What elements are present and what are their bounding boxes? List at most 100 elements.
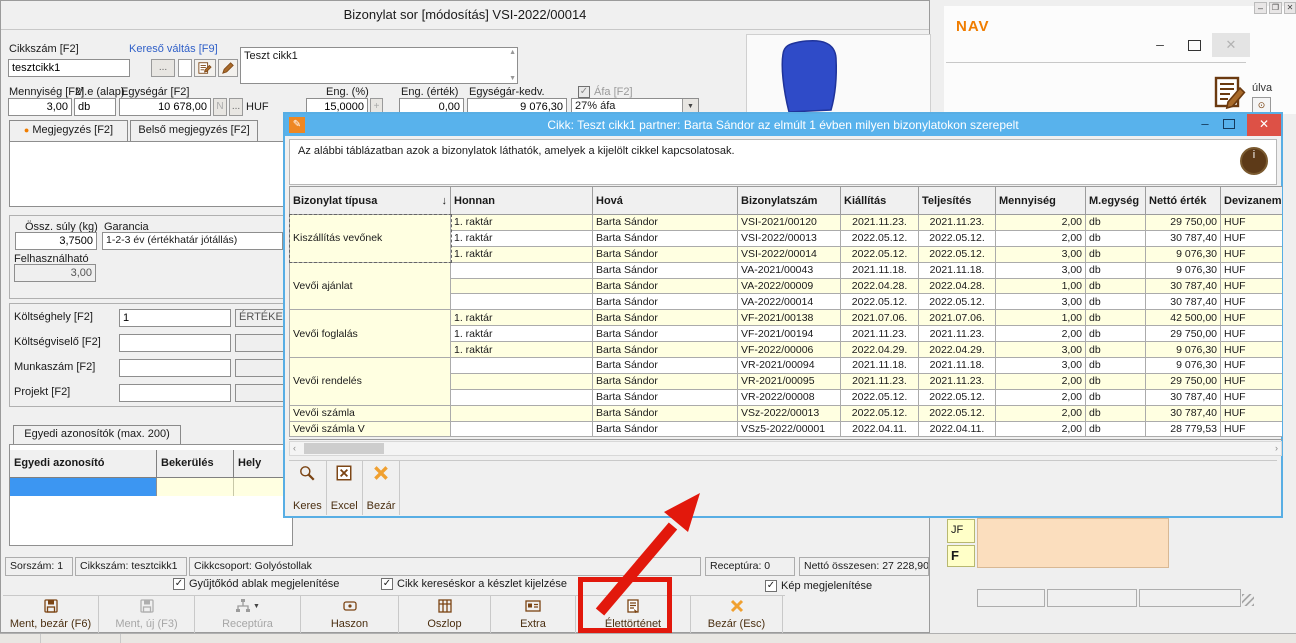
table-cell[interactable]: Barta Sándor	[593, 246, 738, 262]
table-cell[interactable]: 2022.05.12.	[919, 246, 996, 262]
table-cell[interactable]: 2021.11.23.	[841, 373, 919, 389]
n-button[interactable]: N	[213, 98, 227, 116]
table-cell[interactable]: 30 787,40	[1146, 294, 1221, 310]
table-cell[interactable]: 2022.04.11.	[919, 421, 996, 437]
table-cell[interactable]: 1. raktár	[451, 246, 593, 262]
table-cell[interactable]: HUF	[1221, 278, 1283, 294]
toolbar-button-oszlop[interactable]: Oszlop	[399, 596, 491, 633]
cikkszam-input[interactable]	[8, 59, 130, 77]
table-cell[interactable]: Barta Sándor	[593, 310, 738, 326]
info-icon[interactable]: i	[1240, 147, 1268, 175]
table-cell[interactable]: 28 779,53	[1146, 421, 1221, 437]
background-minimize-button[interactable]: –	[1146, 36, 1174, 56]
table-cell[interactable]: HUF	[1221, 215, 1283, 231]
table-cell[interactable]: HUF	[1221, 342, 1283, 358]
toolbar-button-haszon[interactable]: Haszon	[301, 596, 399, 633]
table-row[interactable]: Kiszállítás vevőnek1. raktárBarta Sándor…	[290, 215, 1283, 231]
table-cell[interactable]: HUF	[1221, 405, 1283, 421]
table-cell[interactable]: Barta Sándor	[593, 389, 738, 405]
table-cell[interactable]: 30 787,40	[1146, 230, 1221, 246]
table-cell[interactable]: 1,00	[996, 278, 1086, 294]
popup-minimize-button[interactable]: –	[1193, 114, 1217, 136]
table-cell[interactable]: db	[1086, 389, 1146, 405]
table-cell[interactable]: VR-2022/00008	[738, 389, 841, 405]
table-row[interactable]: Vevői rendelésBarta SándorVR-2021/000942…	[290, 358, 1283, 374]
popup-toolbar-button-keres[interactable]: Keres	[289, 461, 327, 515]
table-cell[interactable]: 2,00	[996, 373, 1086, 389]
table-cell[interactable]: 30 787,40	[1146, 389, 1221, 405]
background-close-button[interactable]: ✕	[1212, 33, 1250, 57]
table-cell[interactable]: 1. raktár	[451, 342, 593, 358]
outer-close-button[interactable]: ✕	[1284, 2, 1296, 14]
document-type-cell[interactable]: Vevői ajánlat	[290, 262, 451, 310]
table-cell[interactable]: VF-2021/00194	[738, 326, 841, 342]
outer-restore-button[interactable]: ❐	[1269, 2, 1282, 14]
table-cell[interactable]: db	[1086, 310, 1146, 326]
mennyiseg-input[interactable]	[8, 98, 72, 116]
scroll-down-icon[interactable]: ▼	[509, 75, 516, 82]
table-cell[interactable]: 2021.11.23.	[841, 215, 919, 231]
table-cell[interactable]: 9 076,30	[1146, 246, 1221, 262]
table-cell[interactable]: 2021.11.23.	[841, 326, 919, 342]
table-cell[interactable]: VSz-2022/00013	[738, 405, 841, 421]
table-cell[interactable]: VA-2022/00014	[738, 294, 841, 310]
edit-document-icon[interactable]	[1214, 76, 1246, 110]
table-cell[interactable]: 2022.04.11.	[841, 421, 919, 437]
table-cell[interactable]: 2021.07.06.	[919, 310, 996, 326]
table-cell[interactable]: HUF	[1221, 358, 1283, 374]
egyedi-cell-selected[interactable]	[10, 478, 157, 496]
popup-close-button[interactable]: ✕	[1247, 114, 1281, 136]
table-cell[interactable]: VF-2021/00138	[738, 310, 841, 326]
table-cell[interactable]: db	[1086, 405, 1146, 421]
table-cell[interactable]: 2,00	[996, 389, 1086, 405]
popup-titlebar[interactable]: ✎ Cikk: Teszt cikk1 partner: Barta Sándo…	[285, 114, 1281, 136]
document-table[interactable]: Bizonylat típusa ↓HonnanHováBizonylatszá…	[289, 186, 1282, 437]
table-cell[interactable]: 9 076,30	[1146, 262, 1221, 278]
table-cell[interactable]: Barta Sándor	[593, 294, 738, 310]
table-cell[interactable]: 3,00	[996, 246, 1086, 262]
koltseg-row-input[interactable]	[119, 334, 231, 352]
table-cell[interactable]: db	[1086, 421, 1146, 437]
column-header[interactable]: Bizonylat típusa ↓	[290, 187, 451, 215]
table-cell[interactable]: 2021.11.23.	[919, 373, 996, 389]
table-cell[interactable]: 2022.05.12.	[919, 230, 996, 246]
suly-input[interactable]	[15, 232, 97, 250]
table-cell[interactable]: Barta Sándor	[593, 421, 738, 437]
table-cell[interactable]: 2022.04.28.	[919, 278, 996, 294]
table-cell[interactable]	[451, 405, 593, 421]
toolbar-button-ment-új-f3-[interactable]: Ment, új (F3)	[99, 596, 195, 633]
table-row[interactable]: Vevői ajánlatBarta SándorVA-2021/0004320…	[290, 262, 1283, 278]
table-cell[interactable]: 2022.05.12.	[841, 389, 919, 405]
me-input[interactable]	[74, 98, 116, 116]
table-cell[interactable]: HUF	[1221, 326, 1283, 342]
table-cell[interactable]: Barta Sándor	[593, 405, 738, 421]
table-cell[interactable]: VR-2021/00094	[738, 358, 841, 374]
koltseg-row-input[interactable]	[119, 359, 231, 377]
table-cell[interactable]: 9 076,30	[1146, 358, 1221, 374]
garancia-combo[interactable]: 1-2-3 év (értékhatár jótállás)	[102, 232, 283, 250]
table-cell[interactable]: 1,00	[996, 310, 1086, 326]
table-cell[interactable]: VSI-2022/00013	[738, 230, 841, 246]
table-cell[interactable]: 2022.04.29.	[919, 342, 996, 358]
table-row[interactable]: Vevői számlaBarta SándorVSz-2022/0001320…	[290, 405, 1283, 421]
scroll-up-icon[interactable]: ▲	[509, 49, 516, 56]
table-cell[interactable]: VA-2022/00009	[738, 278, 841, 294]
egysegar-input[interactable]	[119, 98, 211, 116]
table-cell[interactable]: VR-2021/00095	[738, 373, 841, 389]
chevron-down-icon[interactable]: ▼	[251, 603, 260, 610]
table-row[interactable]: Vevői foglalás1. raktárBarta SándorVF-20…	[290, 310, 1283, 326]
table-cell[interactable]: db	[1086, 262, 1146, 278]
horizontal-scrollbar[interactable]: ‹ ›	[289, 441, 1282, 456]
table-cell[interactable]: db	[1086, 215, 1146, 231]
table-cell[interactable]: 2022.05.12.	[841, 246, 919, 262]
table-cell[interactable]: VSI-2022/00014	[738, 246, 841, 262]
table-cell[interactable]: HUF	[1221, 421, 1283, 437]
table-cell[interactable]: db	[1086, 342, 1146, 358]
notes-area[interactable]	[977, 518, 1169, 568]
table-cell[interactable]: 2022.05.12.	[841, 405, 919, 421]
lookup-button[interactable]: ...	[151, 59, 175, 77]
table-cell[interactable]: 3,00	[996, 262, 1086, 278]
table-cell[interactable]: 1. raktár	[451, 230, 593, 246]
koltseg-row-input[interactable]	[119, 384, 231, 402]
table-cell[interactable]: db	[1086, 230, 1146, 246]
